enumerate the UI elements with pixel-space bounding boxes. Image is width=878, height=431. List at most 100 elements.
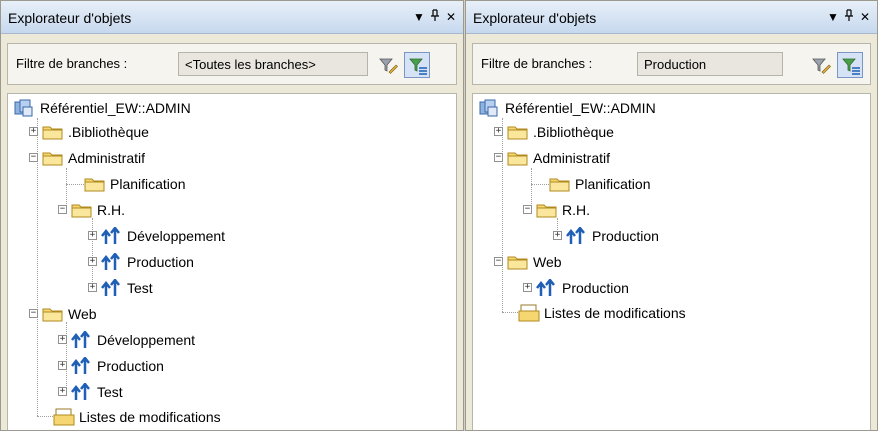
tree-node-administratif[interactable]: Administratif bbox=[507, 146, 610, 170]
collapse-toggle[interactable]: − bbox=[523, 205, 532, 214]
branch-filter-label: Filtre de branches : bbox=[16, 56, 128, 71]
edit-filter-button[interactable] bbox=[374, 52, 400, 78]
tree-node-label: Production bbox=[127, 254, 194, 270]
tree-node-web[interactable]: Web bbox=[42, 302, 97, 326]
close-icon[interactable]: ✕ bbox=[443, 9, 459, 25]
tree-node-web[interactable]: Web bbox=[507, 250, 562, 274]
tree-node-label: .Bibliothèque bbox=[68, 124, 149, 140]
dropdown-arrow-icon[interactable]: ▼ bbox=[825, 9, 841, 25]
tree-node-label: Listes de modifications bbox=[544, 305, 686, 321]
tree-node-label: Production bbox=[592, 228, 659, 244]
folder-icon bbox=[42, 149, 64, 167]
branch-filter-label: Filtre de branches : bbox=[481, 56, 593, 71]
object-tree: Référentiel_EW::ADMIN + .Bibliothèque − … bbox=[472, 93, 871, 430]
tree-node-web-developpement[interactable]: Développement bbox=[71, 328, 195, 352]
folder-icon bbox=[42, 123, 64, 141]
edit-filter-button[interactable] bbox=[807, 52, 833, 78]
expand-toggle[interactable]: + bbox=[58, 335, 67, 344]
tree-node-planification[interactable]: Planification bbox=[549, 172, 651, 196]
close-icon[interactable]: ✕ bbox=[857, 9, 873, 25]
expand-toggle[interactable]: + bbox=[88, 257, 97, 266]
tree-node-label: Planification bbox=[575, 176, 651, 192]
collapse-toggle[interactable]: − bbox=[29, 153, 38, 162]
repository-icon bbox=[14, 99, 36, 117]
tree-node-rh-production[interactable]: Production bbox=[566, 224, 659, 248]
tree-node-rh[interactable]: R.H. bbox=[536, 198, 590, 222]
tree-node-changelists[interactable]: Listes de modifications bbox=[518, 301, 686, 325]
panel-titlebar: Explorateur d'objets ▼ ✕ bbox=[1, 1, 463, 34]
tree-node-changelists[interactable]: Listes de modifications bbox=[53, 405, 221, 429]
branch-filter-bar: Filtre de branches : <Toutes les branche… bbox=[7, 43, 457, 85]
tree-node-repository[interactable]: Référentiel_EW::ADMIN bbox=[14, 96, 191, 120]
tree-node-label: Administratif bbox=[68, 150, 146, 166]
folder-icon bbox=[536, 201, 558, 219]
folder-icon bbox=[84, 175, 106, 193]
filter-list-icon bbox=[842, 58, 860, 75]
tree-node-administratif[interactable]: Administratif bbox=[42, 146, 145, 170]
expand-toggle[interactable]: + bbox=[29, 127, 38, 136]
branch-icon bbox=[101, 251, 123, 271]
object-tree: Référentiel_EW::ADMIN + .Bibliothèque − … bbox=[7, 93, 457, 430]
panel-titlebar: Explorateur d'objets ▼ ✕ bbox=[466, 1, 877, 34]
tree-node-label: Planification bbox=[110, 176, 186, 192]
tree-node-library[interactable]: .Bibliothèque bbox=[42, 120, 149, 144]
expand-toggle[interactable]: + bbox=[88, 283, 97, 292]
tree-node-rh-developpement[interactable]: Développement bbox=[101, 224, 225, 248]
repository-icon bbox=[479, 99, 501, 117]
tree-node-label: Administratif bbox=[533, 150, 611, 166]
collapse-toggle[interactable]: − bbox=[58, 205, 67, 214]
expand-toggle[interactable]: + bbox=[88, 231, 97, 240]
folder-icon bbox=[507, 253, 529, 271]
changelist-icon bbox=[53, 408, 75, 426]
expand-toggle[interactable]: + bbox=[58, 361, 67, 370]
dropdown-arrow-icon[interactable]: ▼ bbox=[411, 9, 427, 25]
tree-node-web-production[interactable]: Production bbox=[71, 354, 164, 378]
folder-icon bbox=[507, 149, 529, 167]
branch-icon bbox=[71, 381, 93, 401]
tree-node-rh-production[interactable]: Production bbox=[101, 250, 194, 274]
folder-icon bbox=[42, 305, 64, 323]
collapse-toggle[interactable]: − bbox=[29, 309, 38, 318]
filter-list-icon bbox=[409, 58, 427, 75]
branch-icon bbox=[566, 225, 588, 245]
branch-icon bbox=[71, 329, 93, 349]
tree-node-rh[interactable]: R.H. bbox=[71, 198, 125, 222]
tree-node-repository[interactable]: Référentiel_EW::ADMIN bbox=[479, 96, 656, 120]
expand-toggle[interactable]: + bbox=[553, 231, 562, 240]
expand-toggle[interactable]: + bbox=[523, 283, 532, 292]
tree-node-label: Développement bbox=[127, 228, 226, 244]
object-explorer-panel-right: Explorateur d'objets ▼ ✕ Filtre de branc… bbox=[465, 0, 878, 431]
branch-icon bbox=[101, 225, 123, 245]
tree-node-web-production[interactable]: Production bbox=[536, 276, 629, 300]
tree-node-label: Web bbox=[68, 306, 97, 322]
folder-icon bbox=[507, 123, 529, 141]
branch-icon bbox=[101, 277, 123, 297]
panel-title: Explorateur d'objets bbox=[8, 10, 132, 26]
tree-node-rh-test[interactable]: Test bbox=[101, 276, 153, 300]
collapse-toggle[interactable]: − bbox=[494, 257, 503, 266]
apply-filter-button[interactable] bbox=[404, 52, 430, 78]
branch-filter-field[interactable]: <Toutes les branches> bbox=[178, 52, 368, 76]
tree-node-planification[interactable]: Planification bbox=[84, 172, 186, 196]
tree-node-label: Test bbox=[127, 280, 153, 296]
panel-title: Explorateur d'objets bbox=[473, 10, 597, 26]
tree-node-web-test[interactable]: Test bbox=[71, 380, 123, 404]
object-explorer-panel-left: Explorateur d'objets ▼ ✕ Filtre de branc… bbox=[0, 0, 464, 431]
expand-toggle[interactable]: + bbox=[494, 127, 503, 136]
pin-icon[interactable] bbox=[427, 9, 443, 25]
tree-node-label: Référentiel_EW::ADMIN bbox=[505, 100, 656, 116]
branch-filter-field[interactable]: Production bbox=[637, 52, 783, 76]
branch-filter-bar: Filtre de branches : Production bbox=[472, 43, 871, 85]
tree-node-label: Test bbox=[97, 384, 123, 400]
tree-node-label: Développement bbox=[97, 332, 196, 348]
expand-toggle[interactable]: + bbox=[58, 387, 67, 396]
tree-node-library[interactable]: .Bibliothèque bbox=[507, 120, 614, 144]
apply-filter-button[interactable] bbox=[837, 52, 863, 78]
tree-node-label: Production bbox=[97, 358, 164, 374]
tree-node-label: Listes de modifications bbox=[79, 409, 221, 425]
tree-node-label: R.H. bbox=[562, 202, 590, 218]
pin-icon[interactable] bbox=[841, 9, 857, 25]
folder-icon bbox=[549, 175, 571, 193]
collapse-toggle[interactable]: − bbox=[494, 153, 503, 162]
branch-icon bbox=[71, 355, 93, 375]
